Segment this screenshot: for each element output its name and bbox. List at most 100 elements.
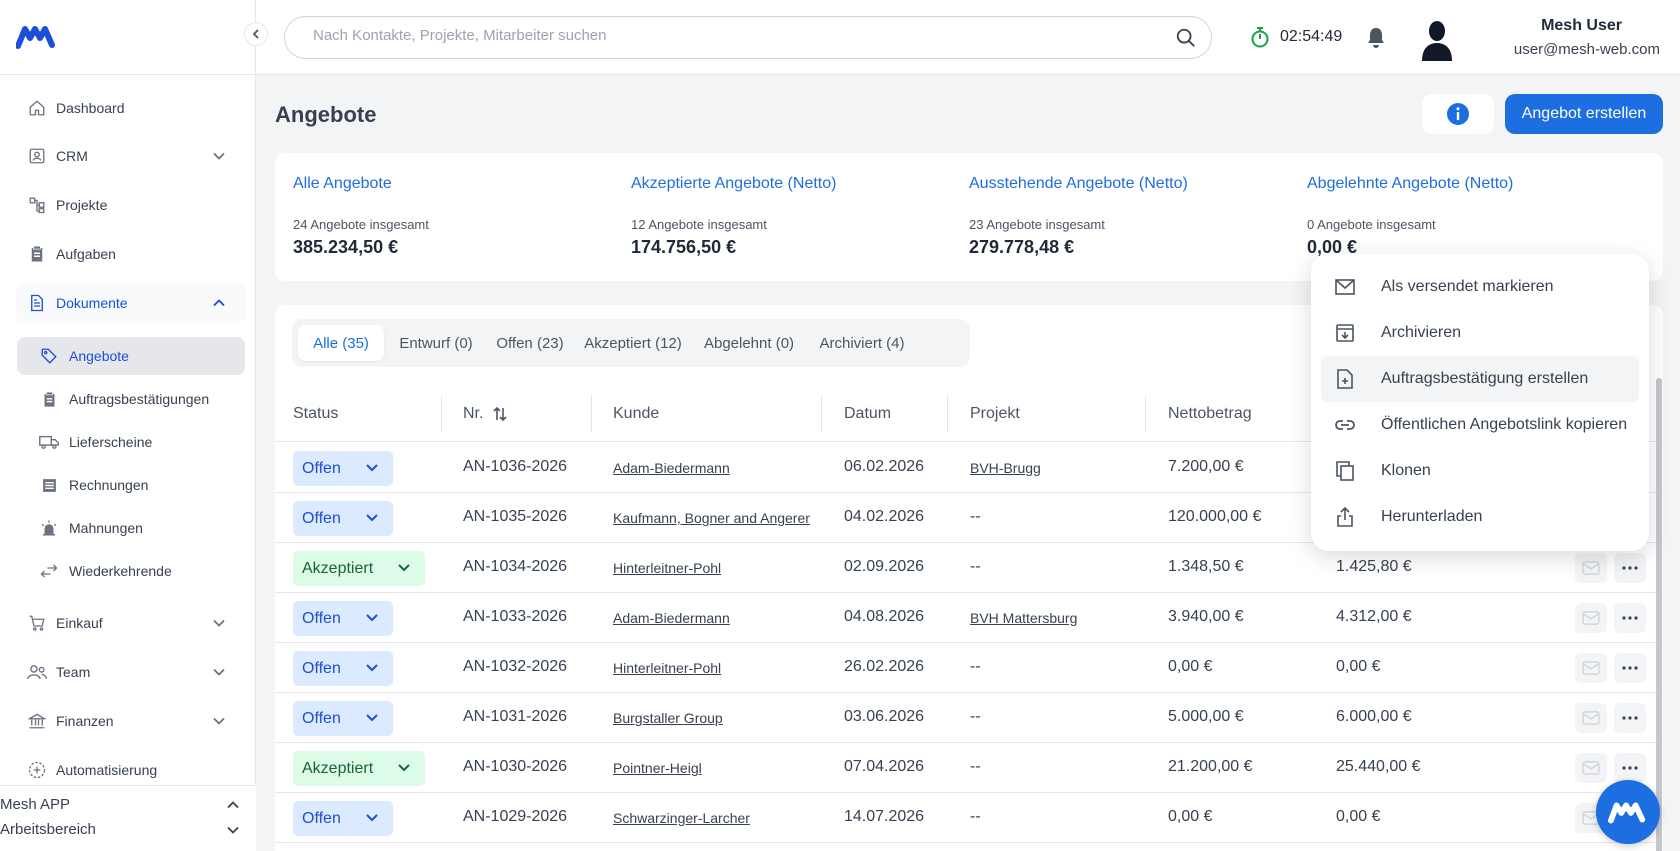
offer-date: 03.06.2026 [844,708,925,725]
customer-link[interactable]: Pointner-Heigl [613,760,702,776]
sidebar-subitem-wiederkehrende[interactable]: Wiederkehrende [17,552,245,590]
customer-link[interactable]: Adam-Biedermann [613,460,730,476]
status-dropdown[interactable]: Akzeptiert [293,751,425,786]
table-row[interactable]: Offen AN-1029-2026 Schwarzinger-Larcher 14.… [275,793,1663,843]
status-dropdown[interactable]: Offen [293,701,393,736]
search-icon[interactable] [1175,27,1197,49]
more-dots-icon [1622,766,1638,770]
sidebar-item-crm[interactable]: CRM [16,136,246,176]
chevron-down-icon [212,149,226,163]
stat-title[interactable]: Akzeptierte Angebote (Netto) [631,175,836,193]
sidebar-subitem-auftragsbestaetigungen[interactable]: Auftragsbestätigungen [17,380,245,418]
project-link: -- [970,658,981,675]
sidebar-subitem-lieferscheine[interactable]: Lieferscheine [17,423,245,461]
status-dropdown[interactable]: Offen [293,801,393,836]
more-actions-button[interactable] [1614,603,1646,633]
col-nr[interactable]: Nr. [463,405,483,423]
sort-icon[interactable] [493,406,507,422]
sidebar-subitem-angebote[interactable]: Angebote [17,337,245,375]
sidebar-item-projekte[interactable]: Projekte [16,185,246,225]
sidebar-item-aufgaben[interactable]: Aufgaben [16,234,246,274]
more-actions-button[interactable] [1614,553,1646,583]
sidebar-item-einkauf[interactable]: Einkauf [16,603,246,643]
send-mail-button[interactable] [1575,753,1607,783]
customer-link[interactable]: Burgstaller Group [613,710,723,726]
tab-akzeptiert[interactable]: Akzeptiert (12) [576,325,690,361]
sidebar-item-team[interactable]: Team [16,652,246,692]
status-dropdown[interactable]: Offen [293,451,393,486]
col-status[interactable]: Status [293,405,338,423]
mesh-logo-icon [1608,799,1648,825]
create-offer-button[interactable]: Angebot erstellen [1505,94,1663,134]
info-button[interactable] [1422,94,1494,134]
col-nettobetrag[interactable]: Nettobetrag [1168,405,1252,423]
bell-icon[interactable] [1366,27,1386,49]
menu-item-mark-sent[interactable]: Als versendet markieren [1321,264,1639,310]
support-chat-button[interactable] [1596,780,1660,844]
sidebar-item-label: Team [56,664,91,680]
more-actions-button[interactable] [1614,753,1646,783]
menu-item-copy-link[interactable]: Öffentlichen Angebotslink kopieren [1321,402,1639,448]
app-switcher[interactable]: Mesh APP [0,793,256,815]
scrollbar[interactable] [1656,378,1662,851]
customer-link[interactable]: Kaufmann, Bogner and Angerer [613,510,810,526]
offer-date: 02.09.2026 [844,558,925,575]
sidebar-item-label: Automatisierung [56,762,158,778]
chevron-down-icon [212,616,226,630]
menu-item-label: Archivieren [1381,324,1462,341]
mesh-logo-icon[interactable] [16,24,58,50]
project-link[interactable]: BVH-Brugg [970,460,1041,476]
tab-abgelehnt[interactable]: Abgelehnt (0) [694,325,804,361]
time-tracker[interactable]: 02:54:49 [1250,26,1342,48]
workspace-switcher[interactable]: Arbeitsbereich [0,818,256,840]
collapse-sidebar-button[interactable] [244,22,268,46]
stat-title[interactable]: Alle Angebote [293,175,392,193]
col-datum[interactable]: Datum [844,405,891,423]
status-dropdown[interactable]: Akzeptiert [293,551,425,586]
search-input[interactable] [313,27,1133,44]
tab-offen[interactable]: Offen (23) [488,325,572,361]
table-row[interactable]: Offen AN-1031-2026 Burgstaller Group 03.06.… [275,693,1663,743]
sidebar-item-dashboard[interactable]: Dashboard [16,88,246,128]
col-projekt[interactable]: Projekt [970,405,1020,423]
table-row[interactable]: Akzeptiert AN-1030-2026 Pointner-Heigl 07.0… [275,743,1663,793]
menu-item-download[interactable]: Herunterladen [1321,494,1639,540]
project-link: -- [970,558,981,575]
sidebar-subitem-rechnungen[interactable]: Rechnungen [17,466,245,504]
send-mail-button[interactable] [1575,703,1607,733]
customer-link[interactable]: Hinterleitner-Pohl [613,660,721,676]
sidebar-item-dokumente[interactable]: Dokumente [16,283,246,323]
table-row[interactable]: Offen AN-1033-2026 Adam-Biedermann 04.08.20… [275,593,1663,643]
search-box[interactable] [284,16,1212,59]
avatar[interactable] [1418,19,1456,61]
sidebar-subitem-label: Wiederkehrende [69,563,172,579]
gross-amount: 4.312,00 € [1336,608,1412,625]
share-icon [1333,507,1357,527]
send-mail-button[interactable] [1575,603,1607,633]
table-row[interactable]: Offen AN-1032-2026 Hinterleitner-Pohl 26.02… [275,643,1663,693]
menu-item-create-confirmation[interactable]: Auftragsbestätigung erstellen [1321,356,1639,402]
status-dropdown[interactable]: Offen [293,601,393,636]
customer-link[interactable]: Adam-Biedermann [613,610,730,626]
send-mail-button[interactable] [1575,653,1607,683]
sidebar-subitem-mahnungen[interactable]: Mahnungen [17,509,245,547]
tab-entwurf[interactable]: Entwurf (0) [388,325,484,361]
customer-link[interactable]: Hinterleitner-Pohl [613,560,721,576]
menu-item-clone[interactable]: Klonen [1321,448,1639,494]
customer-link[interactable]: Schwarzinger-Larcher [613,810,750,826]
tab-alle[interactable]: Alle (35) [298,325,384,361]
tab-archiviert[interactable]: Archiviert (4) [808,325,916,361]
stat-title[interactable]: Abgelehnte Angebote (Netto) [1307,175,1513,193]
stat-title[interactable]: Ausstehende Angebote (Netto) [969,175,1188,193]
sidebar-item-finanzen[interactable]: Finanzen [16,701,246,741]
send-mail-button[interactable] [1575,553,1607,583]
gross-amount: 0,00 € [1336,658,1381,675]
sidebar-item-automatisierung[interactable]: Automatisierung [16,750,246,790]
more-actions-button[interactable] [1614,703,1646,733]
status-dropdown[interactable]: Offen [293,651,393,686]
status-dropdown[interactable]: Offen [293,501,393,536]
project-link[interactable]: BVH Mattersburg [970,610,1077,626]
col-kunde[interactable]: Kunde [613,405,659,423]
more-actions-button[interactable] [1614,653,1646,683]
menu-item-archive[interactable]: Archivieren [1321,310,1639,356]
